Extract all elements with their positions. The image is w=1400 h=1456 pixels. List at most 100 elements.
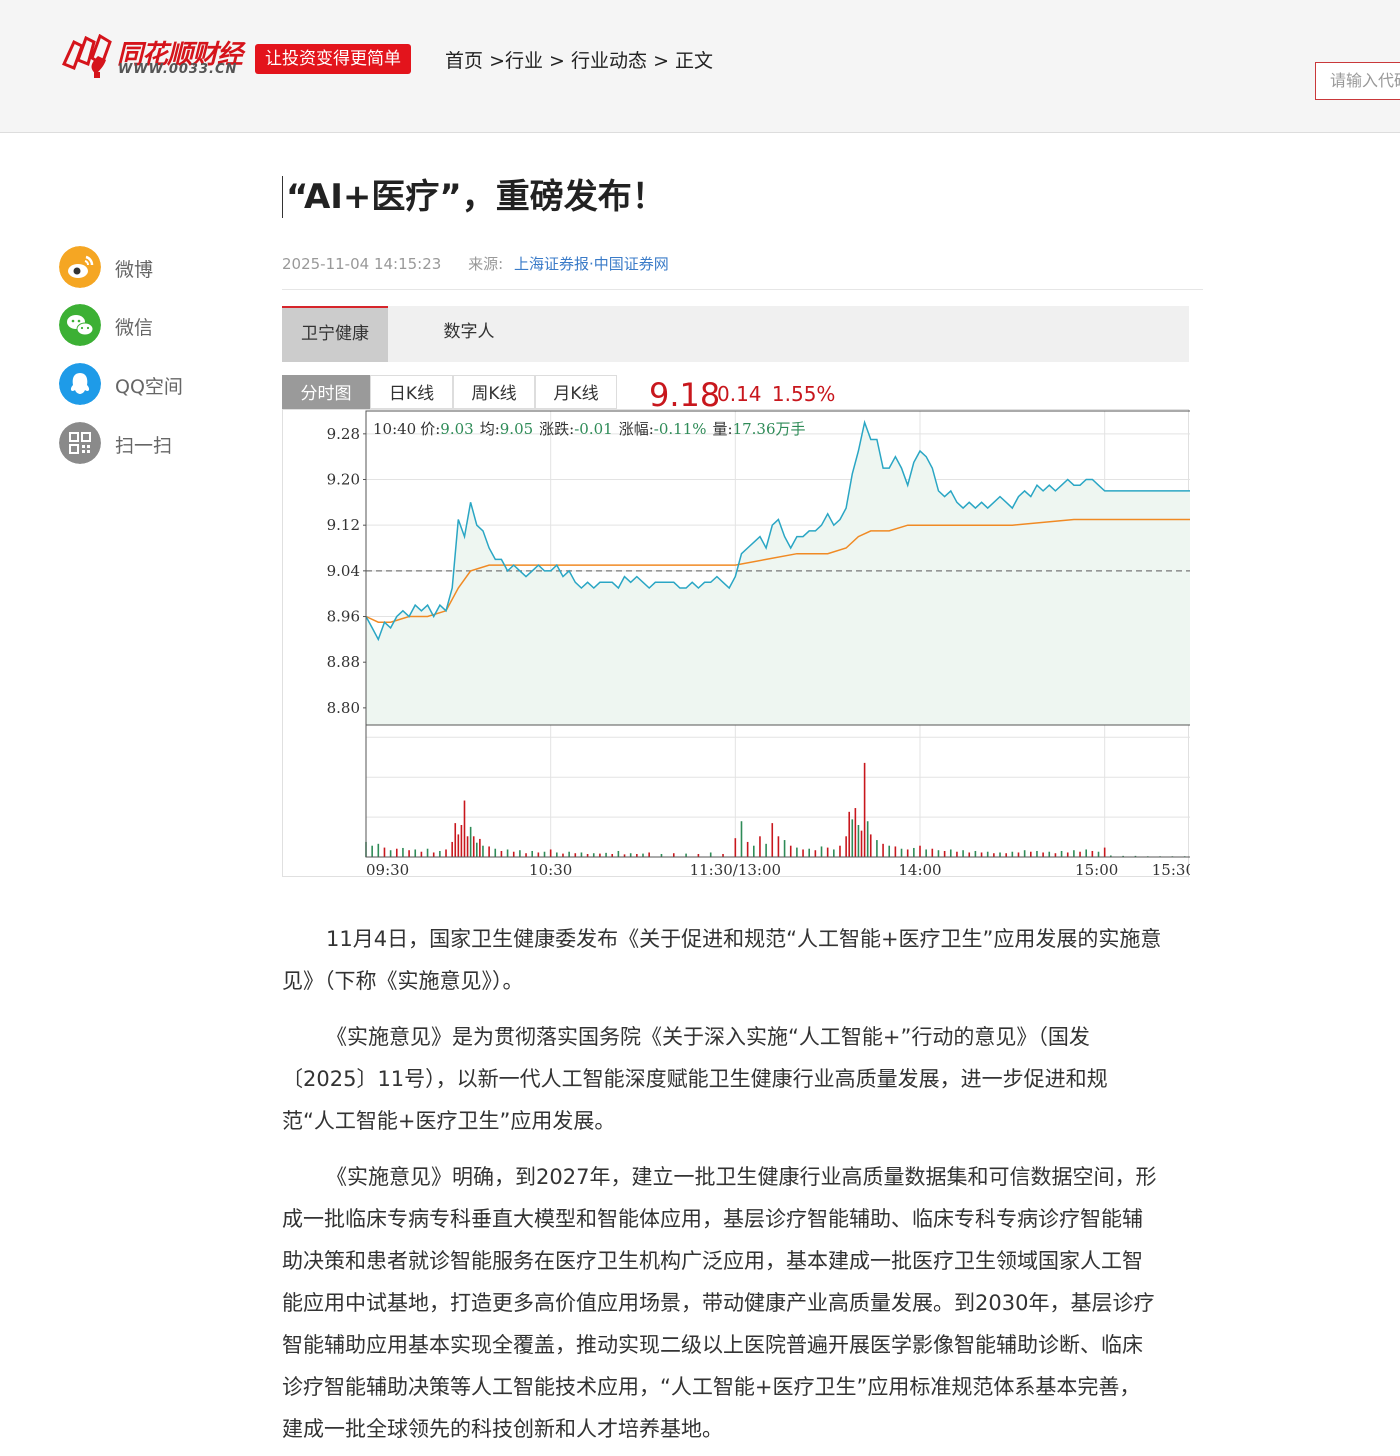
volume-bar <box>826 847 829 857</box>
volume-bar <box>439 850 441 857</box>
volume-bar <box>1091 850 1094 857</box>
volume-bar <box>488 846 490 857</box>
article-meta: 2025-11-04 14:15:23 来源: 上海证券报·中国证券网 <box>282 253 669 274</box>
y-tick-label: 9.20 <box>327 471 360 489</box>
source-label: 来源: <box>468 255 504 273</box>
share-wechat[interactable]: 微信 <box>59 304 239 346</box>
volume-bar <box>854 808 857 857</box>
volume-bar <box>432 852 435 857</box>
volume-bar <box>709 852 712 857</box>
paragraph-line: 助决策和患者就诊智能服务在医疗卫生机构广泛应用，基本建成一批医疗卫生领域国家人工… <box>282 1249 1143 1273</box>
slogan-badge: 让投资变得更简单 <box>255 44 411 74</box>
volume-bar <box>568 851 570 857</box>
paragraph-line: 建成一批全球领先的科技创新和人才培养基地。 <box>282 1417 723 1441</box>
weibo-icon <box>59 246 101 288</box>
breadcrumb-current: 正文 <box>675 50 714 72</box>
volume-bar <box>531 850 533 857</box>
volume-bar <box>562 853 564 857</box>
share-label: 微信 <box>115 317 154 339</box>
volume-bar <box>999 852 1001 857</box>
chart-info: 10:40 价:9.03 均:9.05 涨跌:-0.01 涨幅:-0.11% 量:17.3… <box>373 420 806 438</box>
volume-bar <box>1023 850 1026 857</box>
volume-bar <box>408 850 410 857</box>
qzone-icon <box>59 363 101 405</box>
breadcrumb-sep: > <box>653 50 669 72</box>
volume-bar <box>882 843 884 857</box>
volume-bar <box>857 825 860 857</box>
volume-bar <box>463 800 466 857</box>
volume-bar <box>512 851 515 857</box>
tab-monthly-k[interactable]: 月K线 <box>535 375 617 409</box>
info-pct-label: 涨幅: <box>619 420 654 438</box>
volume-bar <box>383 847 386 857</box>
volume-bar <box>900 848 903 857</box>
info-avg-label: 均: <box>480 420 500 438</box>
share-weibo[interactable]: 微博 <box>59 246 239 288</box>
paragraph-line: 《实施意见》是为贯彻落实国务院《关于深入实施“人工智能+”行动的意见》（国发 <box>326 1025 1090 1049</box>
divider <box>282 289 1203 290</box>
info-chg-label: 涨跌: <box>539 420 574 438</box>
volume-bar <box>740 821 743 857</box>
article-datetime: 2025-11-04 14:15:23 <box>282 255 442 273</box>
breadcrumb: 首页 >行业 > 行业动态 > 正文 <box>445 46 713 73</box>
volume-bar <box>962 850 964 857</box>
share-scan[interactable]: 扫一扫 <box>59 422 239 464</box>
volume-bar <box>860 830 863 857</box>
volume-bar <box>506 849 509 857</box>
paragraph-line: 成一批临床专病专科垂直大模型和智能体应用，基层诊疗智能辅助、临床专科专病诊疗智能… <box>282 1207 1143 1231</box>
volume-bar <box>851 819 854 857</box>
tab-weekly-k[interactable]: 周K线 <box>453 375 535 409</box>
volume-bar <box>556 852 558 857</box>
y-tick-label: 9.12 <box>327 516 360 534</box>
volume-bar <box>519 850 521 857</box>
volume-bar <box>642 853 644 857</box>
volume-bar <box>1017 852 1020 857</box>
intraday-chart[interactable]: 9.282.65%9.201.77%9.120.88%9.040.00%8.96… <box>282 409 1190 879</box>
volume-bar <box>466 836 469 857</box>
volume-bar <box>956 851 958 857</box>
breadcrumb-industry[interactable]: 行业 <box>505 50 543 72</box>
search-input[interactable]: 请输入代码 <box>1315 62 1400 100</box>
volume-bar <box>445 849 447 857</box>
info-avg: 9.05 <box>500 420 533 438</box>
volume-bar <box>839 845 841 857</box>
site-logo[interactable]: 同花顺财经 WWW.0033.CN <box>60 33 250 80</box>
paragraph-line: 能应用中试基地，打造更多高价值应用场景，带动健康产业高质量发展。到2030年，基… <box>282 1291 1155 1315</box>
paragraph-line: 见》（下称《实施意见》）。 <box>282 969 524 993</box>
volume-bar <box>1036 850 1038 857</box>
paragraph-line: 范“人工智能+医疗卫生”应用发展。 <box>282 1109 616 1133</box>
volume-bar <box>986 851 989 857</box>
breadcrumb-industry-news[interactable]: 行业动态 <box>571 50 647 72</box>
breadcrumb-home[interactable]: 首页 <box>445 50 483 72</box>
share-qzone[interactable]: QQ空间 <box>59 363 239 405</box>
volume-bar <box>414 849 417 857</box>
stock-tabs: 卫宁健康 数字人 <box>282 306 1189 362</box>
stock-tab-winning-health[interactable]: 卫宁健康 <box>282 306 388 362</box>
stock-tab-digital-human[interactable]: 数字人 <box>412 306 526 362</box>
x-tick-label: 11:30/13:00 <box>690 861 782 879</box>
volume-bar <box>451 841 453 857</box>
volume-bar <box>549 849 552 857</box>
volume-bar <box>1073 850 1075 857</box>
paragraph-line: 11月4日，国家卫生健康委发布《关于促进和规范“人工智能+医疗卫生”应用发展的实… <box>326 927 1162 951</box>
qrcode-icon <box>59 422 101 464</box>
y-tick-label: 9.28 <box>327 425 360 443</box>
tab-daily-k[interactable]: 日K线 <box>370 375 453 409</box>
x-tick-label: 15:00 <box>1075 861 1118 879</box>
volume-bar <box>869 834 872 857</box>
tab-intraday[interactable]: 分时图 <box>282 375 370 409</box>
article-title: “AI+医疗”，重磅发布！ <box>282 176 666 218</box>
volume-bar <box>771 823 774 857</box>
volume-bar <box>500 850 503 857</box>
volume-bar <box>814 850 817 857</box>
volume-bar <box>974 850 977 857</box>
volume-bar <box>460 825 463 857</box>
volume-bar <box>943 850 946 857</box>
volume-bar <box>783 840 786 857</box>
volume-bar <box>949 849 952 857</box>
volume-bar <box>1085 849 1087 857</box>
volume-bar <box>866 821 869 857</box>
volume-bar <box>937 850 940 857</box>
volume-bar <box>765 843 767 857</box>
source-link[interactable]: 上海证券报·中国证券网 <box>514 255 669 273</box>
